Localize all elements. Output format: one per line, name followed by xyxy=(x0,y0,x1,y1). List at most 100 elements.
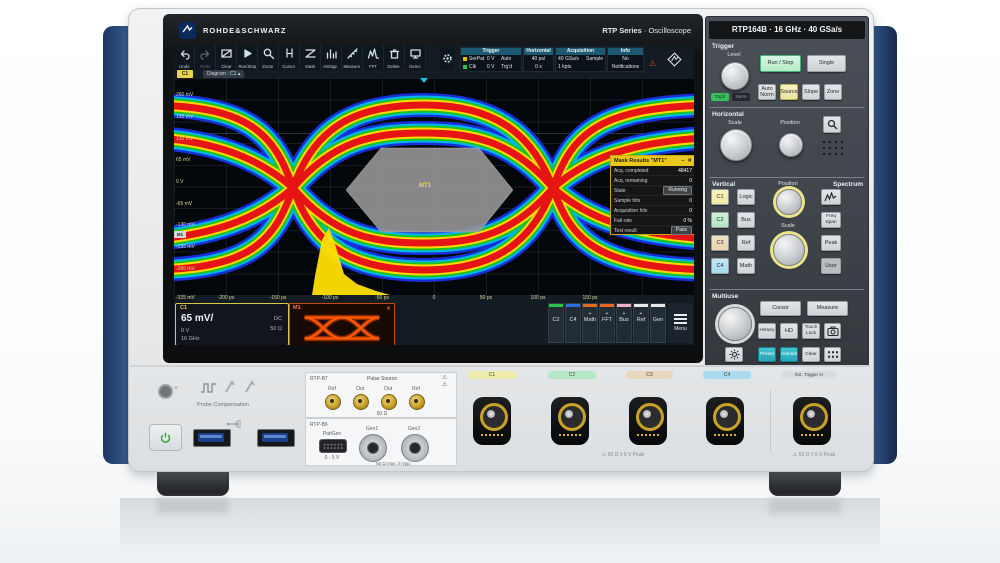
trigger-position-marker[interactable] xyxy=(420,78,428,83)
preset-button[interactable]: Preset xyxy=(758,347,776,362)
m1-thumbnail[interactable]: M1 ✕ xyxy=(289,303,395,345)
clear-panel-button[interactable]: Clear xyxy=(802,347,820,362)
logic-button[interactable]: Logic xyxy=(737,189,755,205)
acquisition-row1: 40 GSa/sSample xyxy=(556,55,605,63)
histogram-icon xyxy=(325,47,338,60)
redo-button[interactable]: Redo xyxy=(195,45,216,70)
histogram-button[interactable]: Histogr. xyxy=(321,45,342,70)
clear-button[interactable]: Clear xyxy=(216,45,237,70)
norm-indicator: Norm xyxy=(732,93,750,101)
menu-button[interactable]: Menu xyxy=(668,303,693,343)
add-bus-button[interactable]: +Bus xyxy=(616,303,632,343)
hd-button[interactable]: HD xyxy=(780,323,798,339)
state-button[interactable]: Running xyxy=(663,186,692,195)
mask-results-dialog[interactable]: Mask Results "MT1" – ✕ Acq. completed484… xyxy=(610,155,694,235)
run-stop-button[interactable]: Run/Stop xyxy=(237,45,258,70)
demo-icon xyxy=(409,47,422,60)
mask-dialog-title: Mask Results "MT1" xyxy=(614,158,681,164)
undo-button[interactable]: Undo xyxy=(174,45,195,70)
add-fft-button[interactable]: +FFT xyxy=(599,303,615,343)
peak-button[interactable]: Peak xyxy=(821,235,841,251)
ref-button[interactable]: Ref xyxy=(737,235,755,251)
usb-icon xyxy=(226,419,246,429)
c1-name: C1 xyxy=(180,305,187,311)
h-position-knob-label: Position xyxy=(775,120,805,126)
channel-c3-button[interactable]: C3 xyxy=(711,235,729,251)
user-button[interactable]: User xyxy=(821,258,841,274)
freq-span-button[interactable]: Freq Span xyxy=(821,212,841,228)
measure-button[interactable]: Measure xyxy=(342,45,363,70)
bus-button[interactable]: Bus xyxy=(737,212,755,228)
add-ref-button[interactable]: +Ref xyxy=(633,303,649,343)
cursor-panel-button[interactable]: Cursor xyxy=(760,301,801,316)
c1-signal-box[interactable]: C1 65 mV/ DC 0 V 50 Ω 16 GHz xyxy=(175,303,289,345)
vertical-position-knob[interactable] xyxy=(776,189,802,215)
channel-c2-button[interactable]: C2 xyxy=(711,212,729,228)
delete-button[interactable]: Delete xyxy=(384,45,405,70)
auto-norm-button[interactable]: Auto Norm xyxy=(758,84,776,100)
multiuse-knob[interactable] xyxy=(718,307,752,341)
c4-stripe: C4 xyxy=(703,371,751,379)
horizontal-infobox[interactable]: Horizontal 40 ps/ 0 s xyxy=(523,47,554,72)
c4-signal-button[interactable]: C4 xyxy=(565,303,581,343)
mask-button[interactable]: Mask xyxy=(300,45,321,70)
tab-collapse-icon[interactable]: ▴ xyxy=(238,71,241,77)
measure-panel-button[interactable]: Measure xyxy=(807,301,848,316)
gen2-label: Gen2 xyxy=(394,426,434,432)
series-title: RTP Series · Oscilloscope xyxy=(602,26,691,35)
mask-dialog-titlebar[interactable]: Mask Results "MT1" – ✕ xyxy=(611,156,694,166)
add-math-button[interactable]: +Math xyxy=(582,303,598,343)
trigger-level-knob[interactable] xyxy=(721,62,749,90)
apps-button[interactable] xyxy=(824,347,841,362)
m1-marker[interactable]: M1 xyxy=(174,231,186,238)
source-button[interactable]: Source xyxy=(780,84,798,100)
zoom-panel-button[interactable] xyxy=(823,116,841,133)
autoset-button[interactable]: Autoset xyxy=(780,347,798,362)
thumbnail-close-icon[interactable]: ✕ xyxy=(386,305,391,312)
cursor-button[interactable]: Cursor xyxy=(279,45,300,70)
channel-c4-button[interactable]: C4 xyxy=(711,258,729,274)
x-label: 50 ps xyxy=(466,295,506,301)
rs-logo xyxy=(179,22,196,39)
x-label: 0 xyxy=(414,295,454,301)
zoom-button[interactable]: Zoom xyxy=(258,45,279,70)
screenshot-button[interactable] xyxy=(824,323,841,339)
mask-label: MT1 xyxy=(419,183,431,189)
redo-icon xyxy=(199,47,212,60)
toolbar-settings-button[interactable] xyxy=(440,47,454,70)
trigger-infobox[interactable]: Trigger SerPat 0 V Auto Clk 0 V Trg'd xyxy=(460,47,522,72)
gen-signal-button[interactable]: Gen xyxy=(650,303,666,343)
math-button[interactable]: Math xyxy=(737,258,755,274)
horizontal-position-knob[interactable] xyxy=(779,133,803,157)
vertical-scale-knob[interactable] xyxy=(773,234,805,266)
demo-button[interactable]: Demo xyxy=(405,45,426,70)
run-stop-panel-button[interactable]: Run / Stop xyxy=(760,55,801,72)
single-button[interactable]: Single xyxy=(807,55,846,72)
diagram-channel-badge: C1 xyxy=(177,70,193,78)
touch-lock-button[interactable]: Touch Lock xyxy=(802,323,820,339)
x-label: -50 ps xyxy=(362,295,402,301)
slope-button[interactable]: Slope xyxy=(802,84,820,100)
zone-button[interactable]: Zone xyxy=(824,84,842,100)
series-name: RTP Series xyxy=(602,26,641,35)
horizontal-scale-knob[interactable] xyxy=(720,129,752,161)
intensity-button[interactable] xyxy=(725,347,743,362)
channel-c1-button[interactable]: C1 xyxy=(711,189,729,205)
brightness-icon xyxy=(729,349,740,360)
spectrum-button[interactable] xyxy=(821,189,841,205)
history-button[interactable]: History xyxy=(758,323,776,339)
pulse-impedance-label: 50 Ω xyxy=(306,411,458,417)
test-result-button[interactable]: Pass xyxy=(671,226,692,235)
c2-signal-button[interactable]: C2 xyxy=(548,303,564,343)
acquisition-infobox[interactable]: Acquisition 40 GSa/sSample 1 kpts xyxy=(555,47,606,72)
close-icon[interactable]: ✕ xyxy=(687,158,692,164)
thumbnail-eye-trace xyxy=(292,313,392,343)
info-infobox[interactable]: Info No Notifications xyxy=(607,47,644,72)
usb-port-2 xyxy=(257,429,295,447)
power-button[interactable] xyxy=(149,424,182,451)
fft-button[interactable]: FFT xyxy=(363,45,384,70)
run-stop-icon xyxy=(241,47,254,60)
diagram-tab[interactable]: Diagram : C1 ▴ xyxy=(203,70,244,78)
trigger-section-label: Trigger xyxy=(712,43,734,50)
minimize-icon[interactable]: – xyxy=(681,158,684,164)
